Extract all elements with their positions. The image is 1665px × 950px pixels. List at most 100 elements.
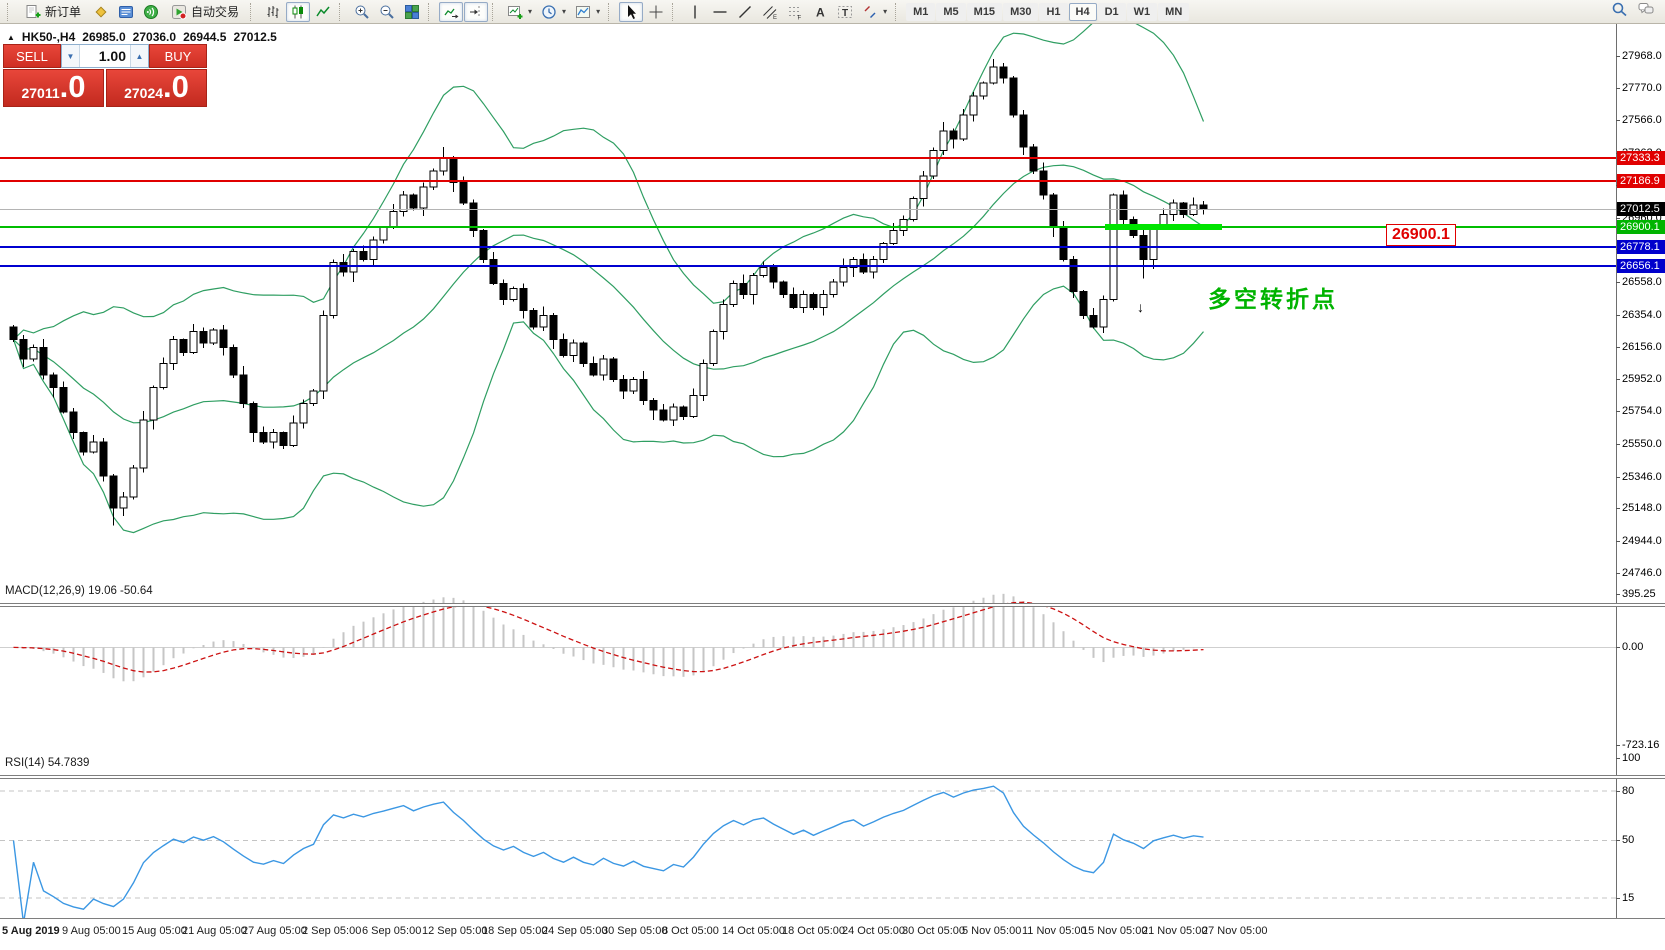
price-axis-tick: 25346.0 [1622, 470, 1662, 483]
price-axis-tickmark [1616, 120, 1620, 122]
autotrading-icon [171, 4, 187, 20]
volume-increase-button[interactable]: ▲ [130, 45, 148, 67]
macd-axis-tick: -723.16 [1622, 739, 1660, 752]
vertical-line-tool[interactable] [683, 2, 707, 22]
chat-icon[interactable] [1637, 1, 1655, 22]
mt4-window: 新订单 自动交易 ▾ ▾ ▾ E F A T ▾ M1 M5 M15 M30 H… [0, 0, 1665, 950]
tab-timeframe-D1[interactable]: D1 [1097, 2, 1126, 21]
time-axis-label: 11 Nov 05:00 [1022, 925, 1087, 937]
price-axis-tickmark [1616, 572, 1620, 574]
profiles-dropdown[interactable]: ▾ [537, 2, 570, 22]
toolbar-grip [339, 2, 345, 21]
time-axis-label: 27 Aug 05:00 [242, 925, 307, 937]
text-tool[interactable]: A [808, 2, 832, 22]
navigator-icon [143, 4, 159, 20]
volume-input[interactable] [80, 45, 130, 67]
text-icon: A [812, 4, 828, 20]
auto-scroll-button[interactable] [439, 1, 464, 22]
price-axis-tickmark [1616, 508, 1620, 510]
candlestick-chart-button[interactable] [286, 1, 311, 22]
tab-timeframe-M1[interactable]: M1 [906, 2, 936, 21]
highlight-segment-object[interactable] [1105, 224, 1222, 231]
tile-windows-icon [404, 4, 420, 20]
tab-timeframe-H4[interactable]: H4 [1068, 2, 1097, 21]
tab-timeframe-M15[interactable]: M15 [966, 2, 1003, 21]
volume-control: ▼ ▲ [61, 44, 149, 68]
zoom-in-button[interactable] [350, 2, 374, 22]
autotrading-label: 自动交易 [191, 5, 240, 19]
tab-timeframe-M30[interactable]: M30 [1003, 2, 1039, 21]
time-axis-label: 18 Oct 05:00 [782, 925, 845, 937]
chart-shift-button[interactable] [464, 1, 489, 22]
line-chart-button[interactable] [311, 2, 335, 22]
fibonacci-tool[interactable]: F [783, 2, 807, 22]
horizontal-line-object[interactable] [0, 226, 1616, 229]
collapse-arrow-icon[interactable]: ▲ [7, 33, 15, 42]
time-axis-label: 12 Sep 05:00 [422, 925, 488, 937]
toolbar: 新订单 自动交易 ▾ ▾ ▾ E F A T ▾ M1 M5 M15 M30 H… [0, 0, 1665, 24]
horizontal-line-object[interactable] [0, 245, 1616, 248]
level-price-label: 27333.3 [1617, 150, 1665, 165]
time-axis-label: 14 Oct 05:00 [722, 925, 785, 937]
buy-button[interactable]: BUY [149, 44, 207, 68]
tab-timeframe-W1[interactable]: W1 [1126, 2, 1158, 21]
rsi-axis-tickmark [1616, 757, 1620, 759]
horizontal-line-tool[interactable] [708, 2, 732, 22]
cursor-tool-button[interactable] [619, 1, 644, 22]
rsi-axis-tickmark [1616, 840, 1620, 842]
sell-button[interactable]: SELL [3, 44, 61, 68]
arrows-icon [862, 4, 878, 20]
rsi-axis-tick: 100 [1622, 751, 1641, 764]
new-chart-icon [507, 4, 523, 20]
buy-price-display[interactable]: 27024.0 [106, 69, 207, 107]
navigator-button[interactable] [139, 2, 163, 22]
arrows-dropdown[interactable]: ▾ [858, 2, 891, 22]
toolbar-grip [608, 2, 614, 21]
macd-axis-tickmark [1616, 647, 1620, 649]
tile-windows-button[interactable] [400, 2, 424, 22]
chart-canvas[interactable]: ↓ ▲ HK50-,H4 26985.0 27036.0 26944.5 270… [0, 24, 1665, 950]
text-label-icon: T [837, 4, 853, 20]
tab-timeframe-MN[interactable]: MN [1158, 2, 1190, 21]
chevron-down-icon: ▾ [596, 7, 601, 16]
new-chart-dropdown[interactable]: ▾ [503, 2, 536, 22]
horizontal-line-object[interactable] [0, 180, 1616, 183]
tab-timeframe-H1[interactable]: H1 [1039, 2, 1068, 21]
line-chart-icon [315, 4, 331, 20]
panel-separator-macd[interactable] [0, 603, 1665, 607]
sell-price-display[interactable]: 27011.0 [3, 69, 104, 107]
price-axis-tick: 26156.0 [1622, 340, 1662, 353]
turning-point-annotation[interactable]: 多空转折点 [1208, 280, 1338, 314]
bar-chart-icon [265, 4, 281, 20]
horizontal-line-object[interactable] [0, 265, 1616, 268]
auto-scroll-icon [443, 4, 459, 20]
search-icon[interactable] [1611, 1, 1629, 23]
price-axis-tickmark [1616, 379, 1620, 381]
metaeditor-button[interactable] [89, 2, 113, 22]
level-price-label: 27186.9 [1617, 174, 1665, 189]
autotrading-button[interactable]: 自动交易 [164, 2, 246, 22]
crosshair-tool-button[interactable] [644, 2, 668, 22]
price-axis-tick: 25550.0 [1622, 437, 1662, 450]
bar-chart-button[interactable] [261, 2, 285, 22]
time-axis-label: 15 Nov 05:00 [1082, 925, 1148, 937]
macd-indicator-label: MACD(12,26,9) 19.06 -50.64 [5, 585, 153, 597]
indicators-dropdown[interactable]: ▾ [571, 2, 604, 22]
price-tag-label[interactable]: 26900.1 [1386, 224, 1456, 246]
zoom-in-icon [354, 4, 370, 20]
text-label-tool[interactable]: T [833, 2, 857, 22]
time-axis-label: 30 Oct 05:00 [902, 925, 965, 937]
terminal-button[interactable] [114, 2, 138, 22]
price-axis-tickmark [1616, 346, 1620, 348]
down-arrow-marker[interactable]: ↓ [1137, 299, 1144, 315]
panel-separator-rsi[interactable] [0, 775, 1665, 779]
zoom-out-button[interactable] [375, 2, 399, 22]
close-value: 27012.5 [233, 30, 277, 44]
new-order-button[interactable]: 新订单 [18, 2, 88, 22]
horizontal-line-object[interactable] [0, 156, 1616, 159]
trendline-tool[interactable] [733, 2, 757, 22]
volume-decrease-button[interactable]: ▼ [62, 45, 80, 67]
channel-tool[interactable]: E [758, 2, 782, 22]
tab-timeframe-M5[interactable]: M5 [936, 2, 966, 21]
current-price-line [0, 209, 1616, 211]
